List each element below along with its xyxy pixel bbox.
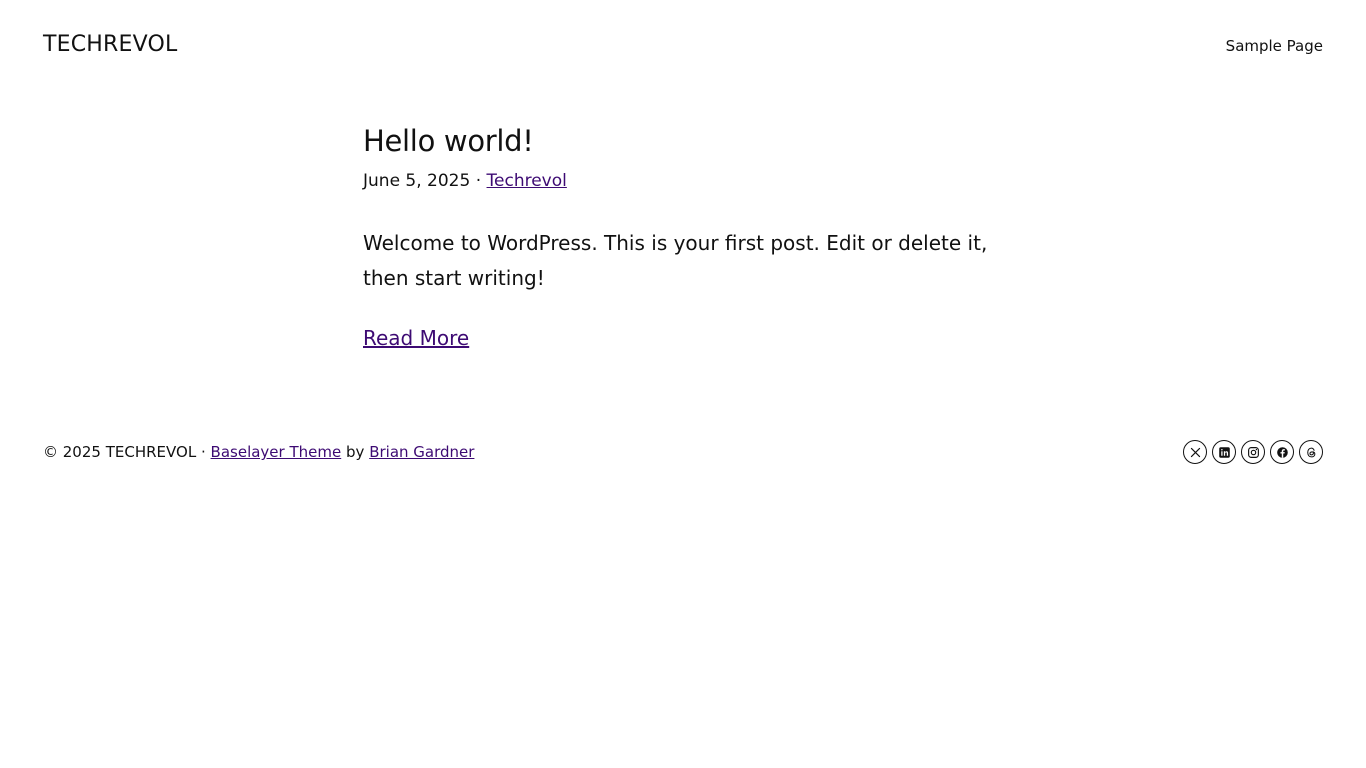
theme-link[interactable]: Baselayer Theme <box>211 443 342 461</box>
author-link[interactable]: Brian Gardner <box>369 443 474 461</box>
social-links <box>1183 440 1323 464</box>
site-footer: © 2025 TECHREVOL · Baselayer Theme by Br… <box>43 438 1323 466</box>
threads-icon[interactable] <box>1299 440 1323 464</box>
post-meta: June 5, 2025 · Techrevol <box>363 170 1003 192</box>
linkedin-icon[interactable] <box>1212 440 1236 464</box>
nav-item-sample-page[interactable]: Sample Page <box>1226 37 1323 55</box>
site-header: TECHREVOL Sample Page <box>43 28 1323 62</box>
post-date: June 5, 2025 <box>363 170 471 191</box>
primary-navigation: Sample Page <box>1226 36 1323 55</box>
instagram-icon[interactable] <box>1241 440 1265 464</box>
x-twitter-icon[interactable] <box>1183 440 1207 464</box>
meta-separator: · <box>475 170 482 191</box>
footer-site-name: TECHREVOL <box>105 443 197 461</box>
footer-by-text: by <box>346 443 365 461</box>
post-card: Hello world! June 5, 2025 · Techrevol We… <box>363 124 1003 350</box>
copyright-text: © 2025 <box>43 443 101 461</box>
footer-credits: © 2025 TECHREVOL · Baselayer Theme by Br… <box>43 443 474 461</box>
post-title[interactable]: Hello world! <box>363 124 1003 159</box>
footer-separator: · <box>200 443 206 461</box>
site-title[interactable]: TECHREVOL <box>43 34 177 56</box>
post-excerpt: Welcome to WordPress. This is your first… <box>363 230 988 290</box>
facebook-icon[interactable] <box>1270 440 1294 464</box>
read-more-link[interactable]: Read More <box>363 326 469 350</box>
post-author-link[interactable]: Techrevol <box>487 171 567 191</box>
